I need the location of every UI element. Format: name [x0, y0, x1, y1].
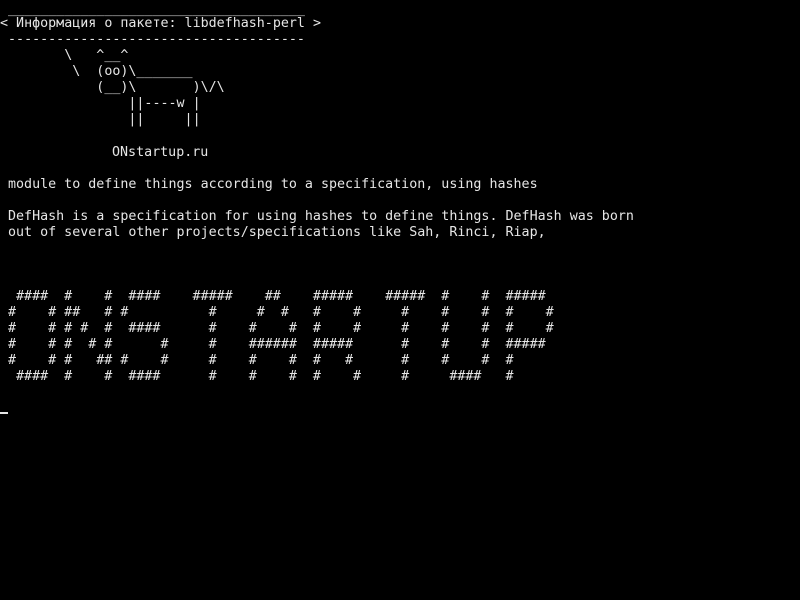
text-cursor	[0, 412, 8, 414]
ascii-banner-line: #### # # #### ##### ## ##### ##### # # #…	[8, 289, 546, 304]
cowsay-border-bottom: -------------------------------------	[0, 32, 305, 47]
ascii-banner-line: # # # # # # # ###### ##### # # # #####	[8, 337, 546, 352]
cowsay-message: < Информация о пакете: libdefhash-perl >	[0, 16, 321, 31]
ascii-banner-line: # # # ## # # # # # # # # # # #	[8, 353, 514, 368]
site-label: ONstartup.ru	[112, 145, 209, 160]
ascii-banner-line: # # ## # # # # # # # # # # # #	[8, 305, 554, 320]
package-description-line: out of several other projects/specificat…	[8, 225, 546, 240]
cow-art-line: (__)\ )\/\	[0, 80, 225, 95]
cow-art-line: \ (oo)\_______	[0, 64, 193, 79]
cow-art-line: \ ^__^	[0, 48, 129, 63]
ascii-banner-line: # # # # # #### # # # # # # # # # #	[8, 321, 554, 336]
ascii-banner-line: #### # # #### # # # # # # #### #	[8, 369, 514, 384]
package-description-line: DefHash is a specification for using has…	[8, 209, 634, 224]
cow-art-line: ||----w |	[0, 96, 201, 111]
package-summary: module to define things according to a s…	[8, 177, 538, 192]
cow-art-line: || ||	[0, 112, 201, 127]
terminal-console[interactable]: _____________________________________ < …	[0, 0, 800, 600]
